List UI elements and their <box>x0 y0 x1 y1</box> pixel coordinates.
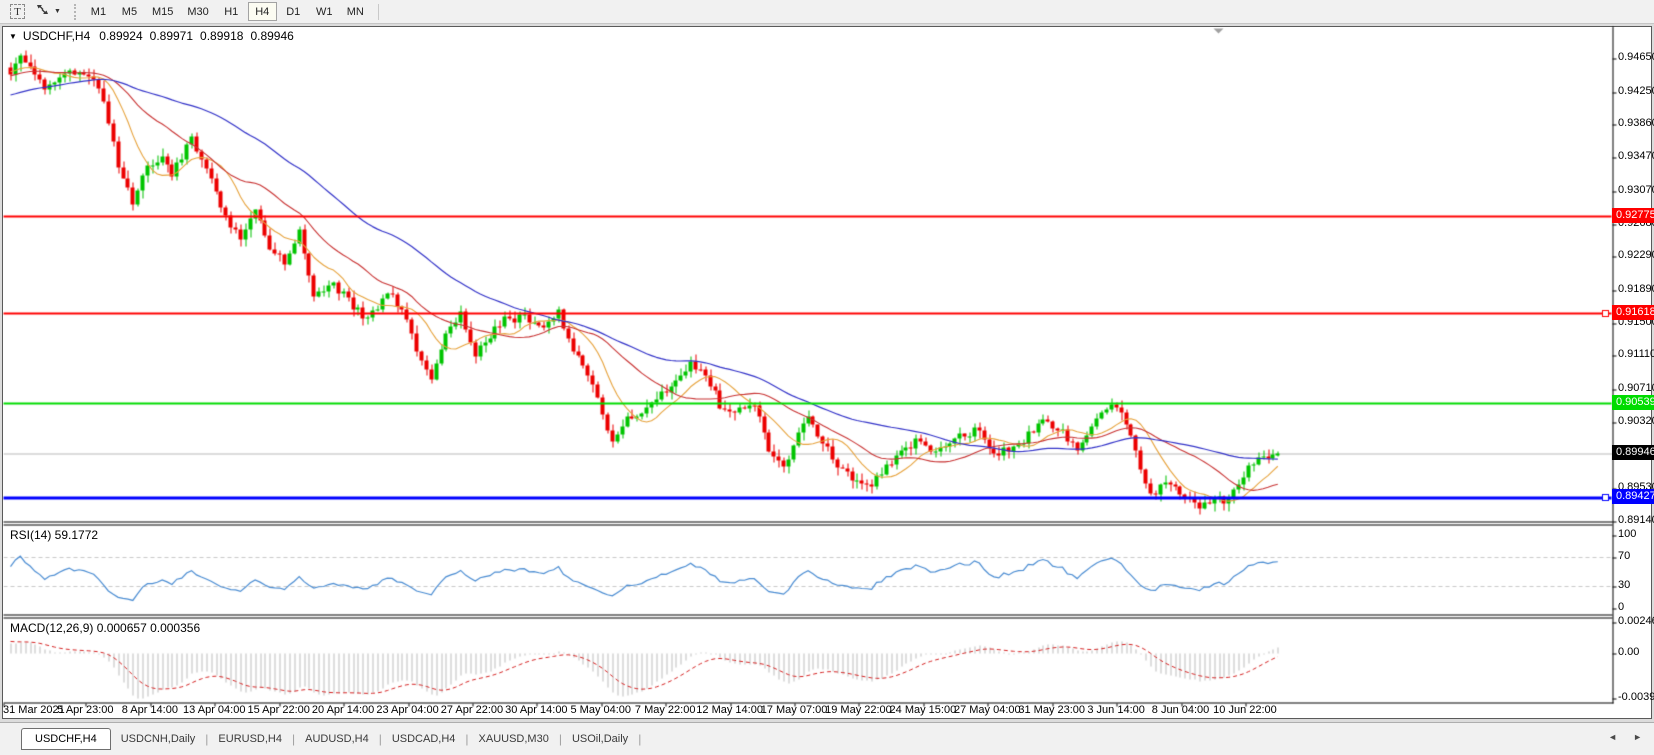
toolbar-separator <box>377 3 379 20</box>
timeframe-button-mn[interactable]: MN <box>341 2 370 21</box>
tab-scroll-arrows: ◄ ► <box>1608 732 1642 742</box>
tab-audusd-h4[interactable]: AUDUSD,H4 <box>295 729 379 749</box>
tab-scroll-right-icon[interactable]: ► <box>1633 732 1642 742</box>
tab-usdcnh-daily[interactable]: USDCNH,Daily <box>111 729 206 749</box>
timeframe-button-h1[interactable]: H1 <box>217 2 246 21</box>
timeframe-button-m1[interactable]: M1 <box>84 2 113 21</box>
tab-scroll-left-icon[interactable]: ◄ <box>1608 732 1617 742</box>
text-tool-icon: T <box>10 4 25 19</box>
current-price-tag[interactable]: 0.89946 <box>1612 445 1654 460</box>
level-tag-092775[interactable]: 0.92775 <box>1612 208 1654 223</box>
timeframe-button-m15[interactable]: M15 <box>146 2 179 21</box>
chevron-down-icon: ▼ <box>54 8 61 15</box>
toolbar-grip[interactable] <box>73 3 77 20</box>
level-tag-090539[interactable]: 0.90539 <box>1612 395 1654 410</box>
tab-usdcad-h4[interactable]: USDCAD,H4 <box>382 729 466 749</box>
tab-eurusd-h4[interactable]: EURUSD,H4 <box>208 729 292 749</box>
tab-xauusd-m30[interactable]: XAUUSD,M30 <box>469 729 559 749</box>
level-tag-091618[interactable]: 0.91618 <box>1612 305 1654 320</box>
cursor-arrows-icon <box>35 2 50 22</box>
timeframe-button-d1[interactable]: D1 <box>279 2 308 21</box>
level-tag-089427[interactable]: 0.89427 <box>1612 489 1654 504</box>
tab-usdchf-h4[interactable]: USDCHF,H4 <box>21 728 111 750</box>
tab-separator: | <box>638 732 642 746</box>
timeframe-button-m30[interactable]: M30 <box>181 2 214 21</box>
tabs-row: USDCHF,H4 USDCNH,Daily | EURUSD,H4 | AUDUSD,H… <box>0 728 641 750</box>
tab-usoil-daily[interactable]: USOil,Daily <box>562 729 638 749</box>
timeframe-button-h4[interactable]: H4 <box>247 2 277 21</box>
timeframe-button-w1[interactable]: W1 <box>310 2 339 21</box>
chart-canvas[interactable] <box>0 0 1654 755</box>
cursor-tool-button[interactable]: ▼ <box>32 2 64 22</box>
tab-bar: USDCHF,H4 USDCNH,Daily | EURUSD,H4 | AUDUSD,H… <box>0 722 1654 755</box>
timeframe-row: M1 M5 M15 M30 H1 H4 D1 W1 MN <box>83 2 371 21</box>
text-tool-button[interactable]: T <box>2 2 28 22</box>
toolbar: T ▼ M1 M5 M15 M30 H1 H4 D1 W1 MN <box>0 0 1654 24</box>
timeframe-button-m5[interactable]: M5 <box>115 2 144 21</box>
